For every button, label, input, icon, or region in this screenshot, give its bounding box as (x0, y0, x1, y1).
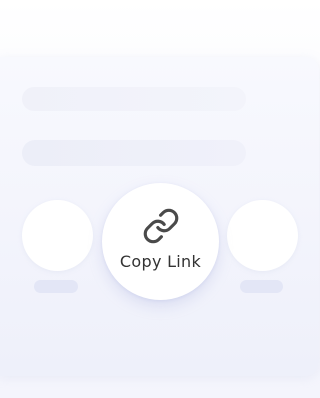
title-placeholder (22, 87, 246, 111)
copy-link-button[interactable]: Copy Link (102, 183, 219, 300)
copy-link-label: Copy Link (119, 252, 202, 271)
link-icon (143, 208, 179, 244)
share-option-left-caption-placeholder (34, 280, 78, 293)
share-option-right[interactable] (227, 200, 298, 271)
share-option-right-caption-placeholder (240, 280, 283, 293)
share-option-left[interactable] (22, 200, 93, 271)
subtitle-placeholder (22, 140, 246, 166)
